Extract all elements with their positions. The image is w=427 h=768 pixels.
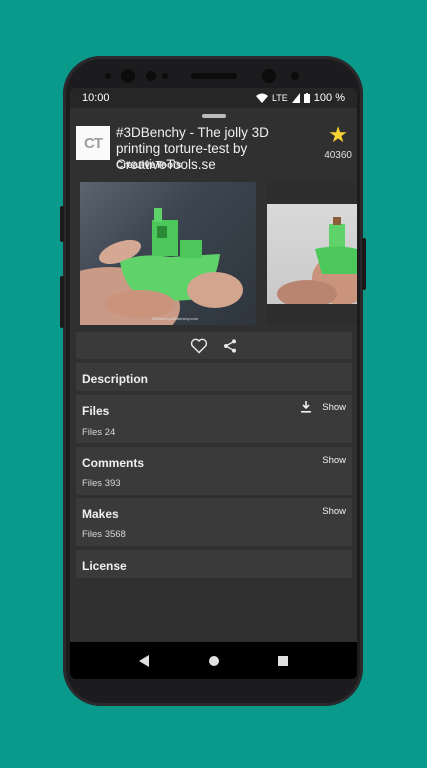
description-title: Description — [82, 372, 149, 386]
sheet-drag-handle[interactable] — [202, 114, 226, 118]
phone-top-bezel — [63, 68, 363, 84]
makes-show-button[interactable]: Show — [322, 506, 346, 517]
comments-title: Comments — [82, 456, 145, 470]
description-section[interactable]: Description — [76, 363, 352, 391]
gallery-image-1[interactable]: 3DBenchy.3DBenchy.com — [80, 182, 256, 325]
navigation-bar — [70, 642, 357, 679]
home-icon[interactable] — [208, 655, 220, 667]
front-camera — [121, 69, 135, 83]
files-show-button[interactable]: Show — [300, 401, 346, 413]
battery-label: 100 % — [313, 92, 345, 104]
power-button — [362, 238, 366, 290]
sensor-dot — [291, 72, 299, 80]
front-camera-2 — [262, 69, 276, 83]
status-bar: 10:00 LTE 100 % — [70, 88, 357, 108]
recents-icon[interactable] — [277, 655, 289, 667]
benchy-photo — [80, 208, 243, 325]
files-section[interactable]: Files Show Files 24 — [76, 395, 352, 443]
thing-header: CT #3DBenchy - The jolly 3D printing tor… — [76, 122, 352, 172]
image-caption: 3DBenchy.3DBenchy.com — [152, 316, 199, 321]
image-gallery[interactable]: 3DBenchy.3DBenchy.com — [80, 182, 357, 328]
makes-section[interactable]: Makes Show Files 3568 — [76, 498, 352, 546]
wifi-icon — [255, 93, 268, 103]
gallery-image-2[interactable] — [267, 182, 357, 325]
comments-section[interactable]: Comments Show Files 393 — [76, 447, 352, 495]
files-count: Files 24 — [82, 427, 116, 438]
volume-button — [60, 206, 64, 242]
star-icon[interactable]: ★ — [328, 122, 348, 148]
heart-outline-icon[interactable] — [190, 338, 208, 354]
battery-icon — [303, 93, 310, 103]
back-icon[interactable] — [138, 654, 151, 667]
comments-count: Files 393 — [82, 478, 121, 489]
gallery-image-2-photo — [267, 204, 357, 308]
detail-sheet: CT #3DBenchy - The jolly 3D printing tor… — [70, 108, 357, 642]
makes-count: Files 3568 — [82, 529, 126, 540]
license-section[interactable]: License — [76, 550, 352, 578]
action-bar — [76, 332, 352, 359]
thing-author[interactable]: CreativeTools — [116, 160, 181, 171]
status-time: 10:00 — [82, 92, 110, 104]
download-icon — [301, 401, 312, 413]
files-title: Files — [82, 404, 110, 418]
comments-show-button[interactable]: Show — [322, 455, 346, 466]
earpiece-speaker — [191, 73, 237, 79]
creator-logo[interactable]: CT — [76, 126, 110, 160]
sensor-dot — [146, 71, 156, 81]
volume-button — [60, 276, 64, 328]
license-title: License — [82, 559, 127, 573]
share-icon[interactable] — [222, 338, 238, 354]
sensor-dot — [105, 73, 111, 79]
signal-icon — [291, 93, 300, 103]
phone-frame: 10:00 LTE 100 % CT #3DBenchy - The jolly… — [60, 56, 366, 706]
screen: 10:00 LTE 100 % CT #3DBenchy - The jolly… — [70, 88, 357, 679]
network-label: LTE — [271, 93, 288, 103]
sensor-dot — [162, 73, 168, 79]
makes-title: Makes — [82, 507, 119, 521]
like-count: 40360 — [324, 150, 352, 161]
